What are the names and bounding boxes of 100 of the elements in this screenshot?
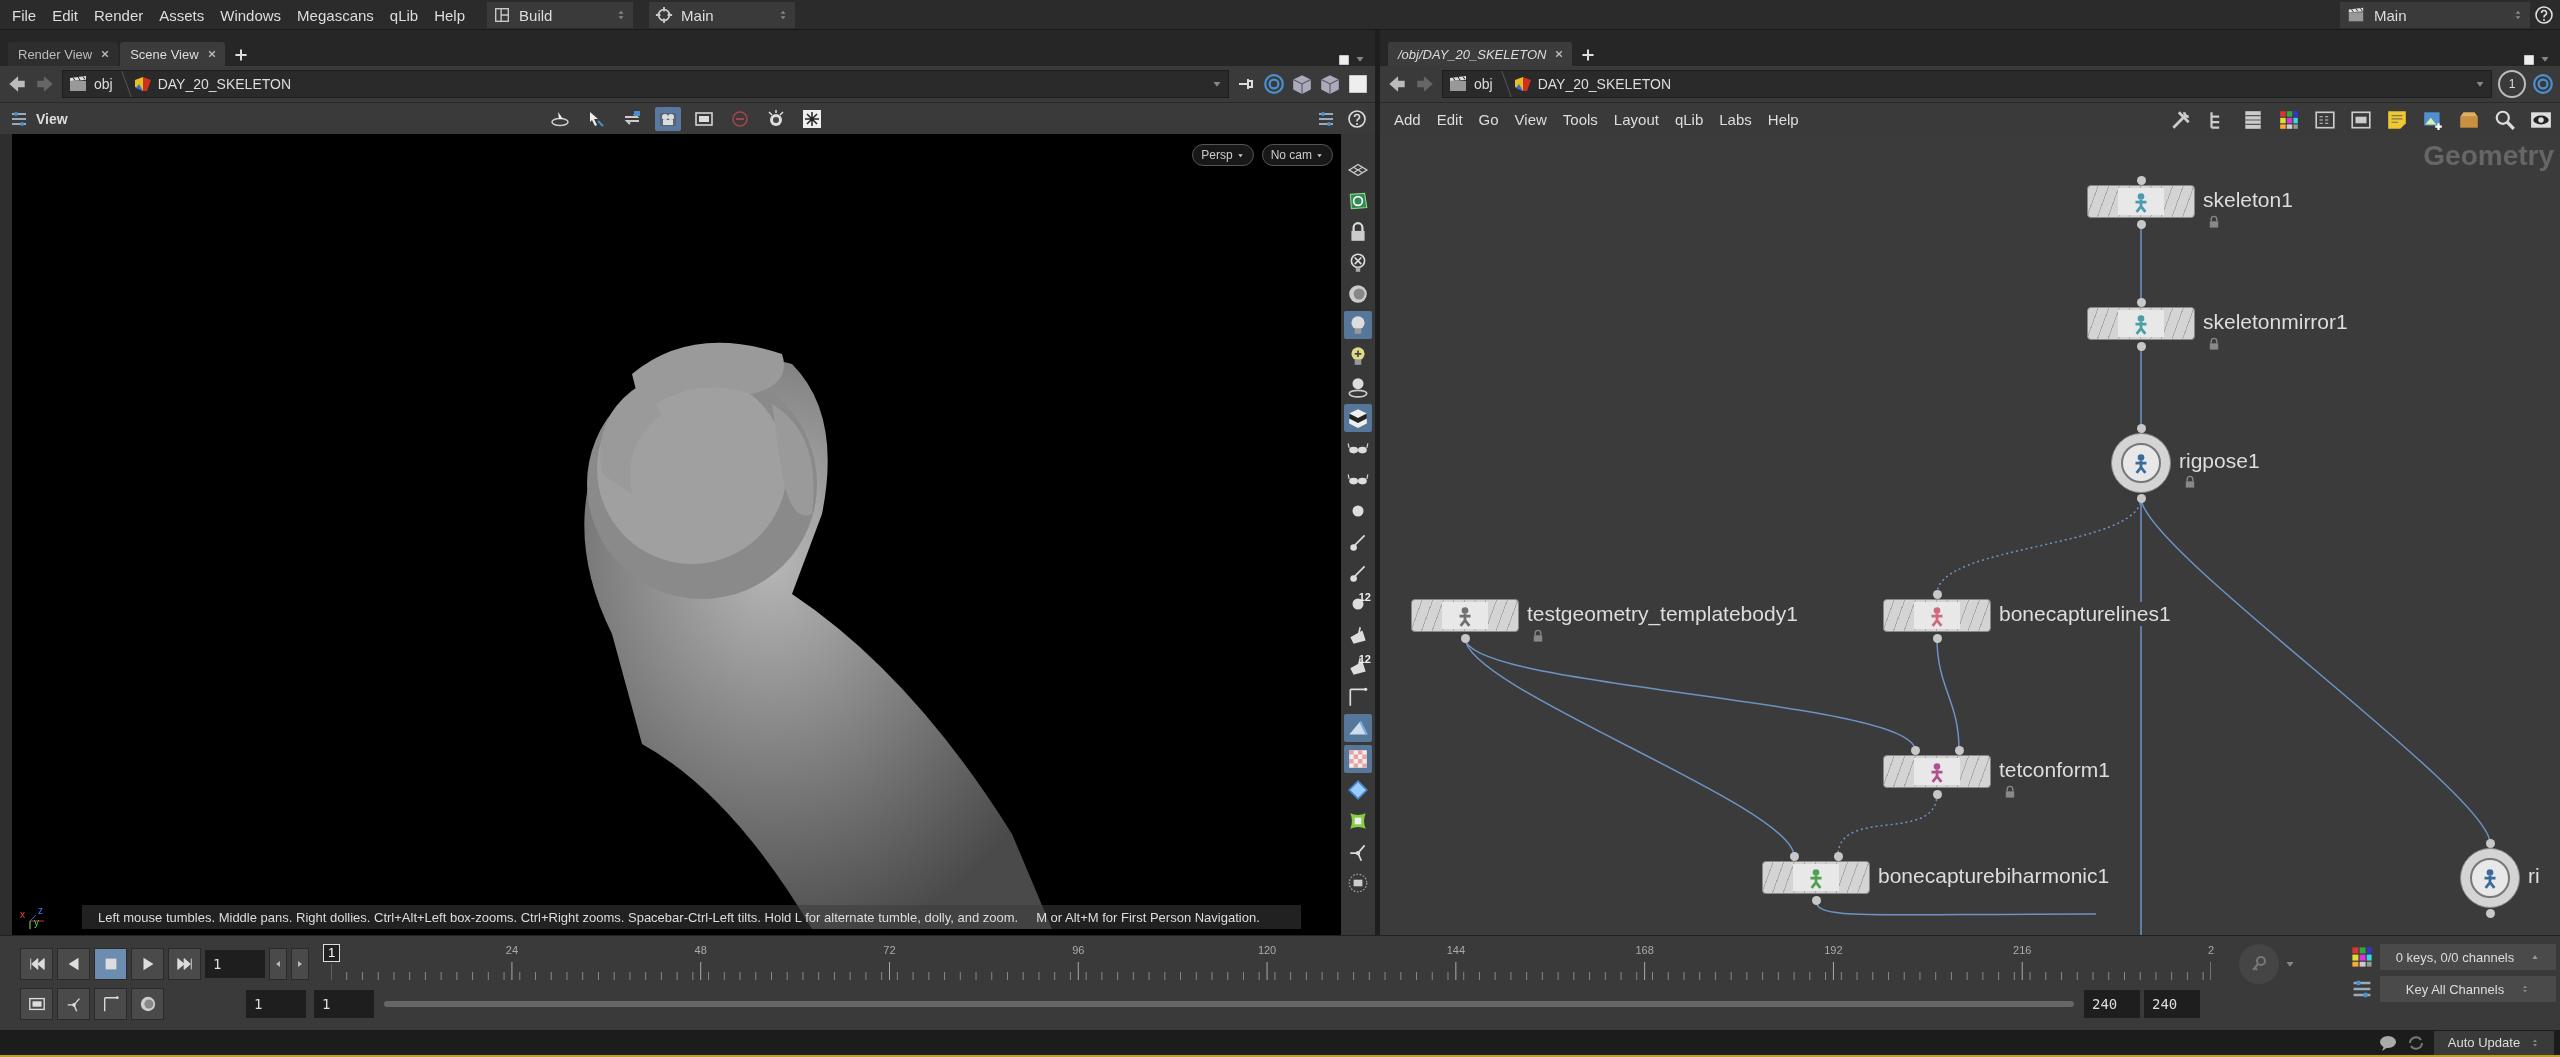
- input-port[interactable]: [1834, 852, 1843, 861]
- node-tile[interactable]: [1762, 861, 1870, 894]
- input-port[interactable]: [2486, 839, 2495, 848]
- desktop-menu[interactable]: Build: [487, 2, 634, 28]
- pane-tab[interactable]: /obj/DAY_20_SKELETON: [1388, 42, 1573, 66]
- view-number-button[interactable]: 1: [2498, 70, 2526, 98]
- update-mode-dropdown[interactable]: Auto Update: [2434, 1030, 2554, 1055]
- menu-item[interactable]: Edit: [1430, 108, 1469, 131]
- path-label[interactable]: DAY_20_SKELETON: [1537, 76, 1671, 92]
- input-port[interactable]: [2137, 298, 2146, 307]
- target-icon[interactable]: [2532, 73, 2554, 95]
- menu-item[interactable]: View: [1508, 108, 1553, 131]
- menu-item[interactable]: Render: [88, 2, 150, 28]
- table-icon[interactable]: [2314, 108, 2336, 131]
- menu-item[interactable]: Add: [1388, 108, 1427, 131]
- path-label[interactable]: obj: [1474, 76, 1493, 92]
- target-icon[interactable]: [1263, 73, 1285, 95]
- skip-end-button[interactable]: [168, 948, 201, 980]
- search-icon[interactable]: [2494, 108, 2516, 131]
- help-icon[interactable]: [1347, 108, 1367, 129]
- cube-icon[interactable]: [1319, 73, 1341, 95]
- menu-item[interactable]: Tools: [1556, 108, 1604, 131]
- range-end-field[interactable]: 240: [2084, 990, 2140, 1018]
- output-port[interactable]: [1933, 790, 1942, 799]
- menu-item[interactable]: Labs: [1713, 108, 1758, 131]
- node-tile[interactable]: [1883, 599, 1991, 632]
- input-port[interactable]: [2137, 176, 2146, 185]
- menu-item[interactable]: qLib: [1668, 108, 1710, 131]
- menu-item[interactable]: Layout: [1607, 108, 1665, 131]
- range-start-field[interactable]: 1: [246, 990, 306, 1018]
- square-icon[interactable]: [2522, 54, 2536, 66]
- input-port[interactable]: [1911, 746, 1920, 755]
- stop-button[interactable]: [94, 948, 127, 980]
- desktop-menu[interactable]: Main: [649, 2, 796, 28]
- menu-item[interactable]: Help: [428, 2, 472, 28]
- square-icon[interactable]: [1347, 73, 1369, 95]
- path-label[interactable]: obj: [94, 76, 113, 92]
- checker-toggle[interactable]: [1344, 745, 1372, 773]
- path-field[interactable]: obj DAY_20_SKELETON: [62, 70, 1229, 98]
- output-port[interactable]: [1933, 634, 1942, 643]
- menu-item[interactable]: qLib: [383, 2, 425, 28]
- dot-toggle[interactable]: 12: [1344, 590, 1372, 618]
- timeline-option-button[interactable]: [57, 988, 90, 1020]
- key-mode-dropdown[interactable]: Key All Channels: [2380, 976, 2556, 1002]
- bulb-toggle[interactable]: [1344, 311, 1372, 339]
- desktop-menu[interactable]: Main: [2340, 2, 2530, 28]
- network-box-icon[interactable]: [2350, 108, 2372, 131]
- color-grid-icon[interactable]: [2350, 945, 2374, 969]
- output-port[interactable]: [2137, 220, 2146, 229]
- output-port[interactable]: [2486, 909, 2495, 918]
- menu-item[interactable]: Windows: [214, 2, 288, 28]
- wedge-toggle[interactable]: [1344, 714, 1372, 742]
- camera-group-tool-button[interactable]: [655, 106, 682, 131]
- color-grid-icon[interactable]: [2278, 108, 2300, 131]
- node-name[interactable]: bonecapturelines1: [1999, 602, 2171, 626]
- checker-cube-toggle[interactable]: [1344, 404, 1372, 432]
- input-port[interactable]: [1933, 590, 1942, 599]
- frame-field[interactable]: 1: [205, 950, 265, 978]
- range-start-field[interactable]: 1: [314, 990, 374, 1018]
- node-tile[interactable]: [2087, 307, 2195, 340]
- menu-item[interactable]: Megascans: [291, 2, 380, 28]
- timeline-option-button[interactable]: [20, 988, 53, 1020]
- play-button[interactable]: [131, 948, 164, 980]
- node-tile[interactable]: [1411, 599, 1519, 632]
- input-port[interactable]: [1955, 746, 1964, 755]
- play-reverse-button[interactable]: [57, 948, 90, 980]
- timeline-option-button[interactable]: [94, 988, 127, 1020]
- skip-start-button[interactable]: [20, 948, 53, 980]
- input-port[interactable]: [2137, 424, 2146, 433]
- list-icon[interactable]: [2242, 108, 2264, 131]
- node-tile[interactable]: [2087, 185, 2195, 218]
- key-button[interactable]: [2239, 944, 2279, 984]
- current-frame-marker[interactable]: 1: [323, 944, 341, 962]
- path-field[interactable]: obj DAY_20_SKELETON: [1442, 70, 2492, 98]
- pane-tab[interactable]: Render View: [8, 42, 119, 66]
- menu-item[interactable]: Edit: [46, 2, 85, 28]
- help-icon[interactable]: [2534, 5, 2554, 25]
- step-back-button[interactable]: [269, 948, 287, 980]
- output-port[interactable]: [2137, 494, 2146, 503]
- camera-menu[interactable]: No cam: [1261, 144, 1333, 166]
- node-tile[interactable]: [1883, 755, 1991, 788]
- pane-tab[interactable]: Scene View: [120, 42, 225, 66]
- menu-item[interactable]: Assets: [153, 2, 211, 28]
- timeline-option-button[interactable]: [131, 988, 164, 1020]
- step-forward-button[interactable]: [291, 948, 309, 980]
- camera-menu[interactable]: Persp: [1192, 144, 1254, 166]
- menu-item[interactable]: Go: [1472, 108, 1505, 131]
- sticky-note-icon[interactable]: [2386, 108, 2408, 131]
- square-icon[interactable]: [1337, 54, 1351, 66]
- menu-item[interactable]: Help: [1761, 108, 1805, 131]
- output-port[interactable]: [1461, 634, 1470, 643]
- path-label[interactable]: DAY_20_SKELETON: [157, 76, 291, 92]
- keys-dropdown[interactable]: 0 keys, 0/0 channels: [2380, 944, 2556, 970]
- face-toggle[interactable]: 12: [1344, 652, 1372, 680]
- input-port[interactable]: [1790, 852, 1799, 861]
- output-port[interactable]: [1812, 896, 1821, 905]
- menu-item[interactable]: File: [6, 2, 43, 28]
- range-end-field[interactable]: 240: [2144, 990, 2200, 1018]
- cube-icon[interactable]: [1291, 73, 1313, 95]
- output-port[interactable]: [2137, 342, 2146, 351]
